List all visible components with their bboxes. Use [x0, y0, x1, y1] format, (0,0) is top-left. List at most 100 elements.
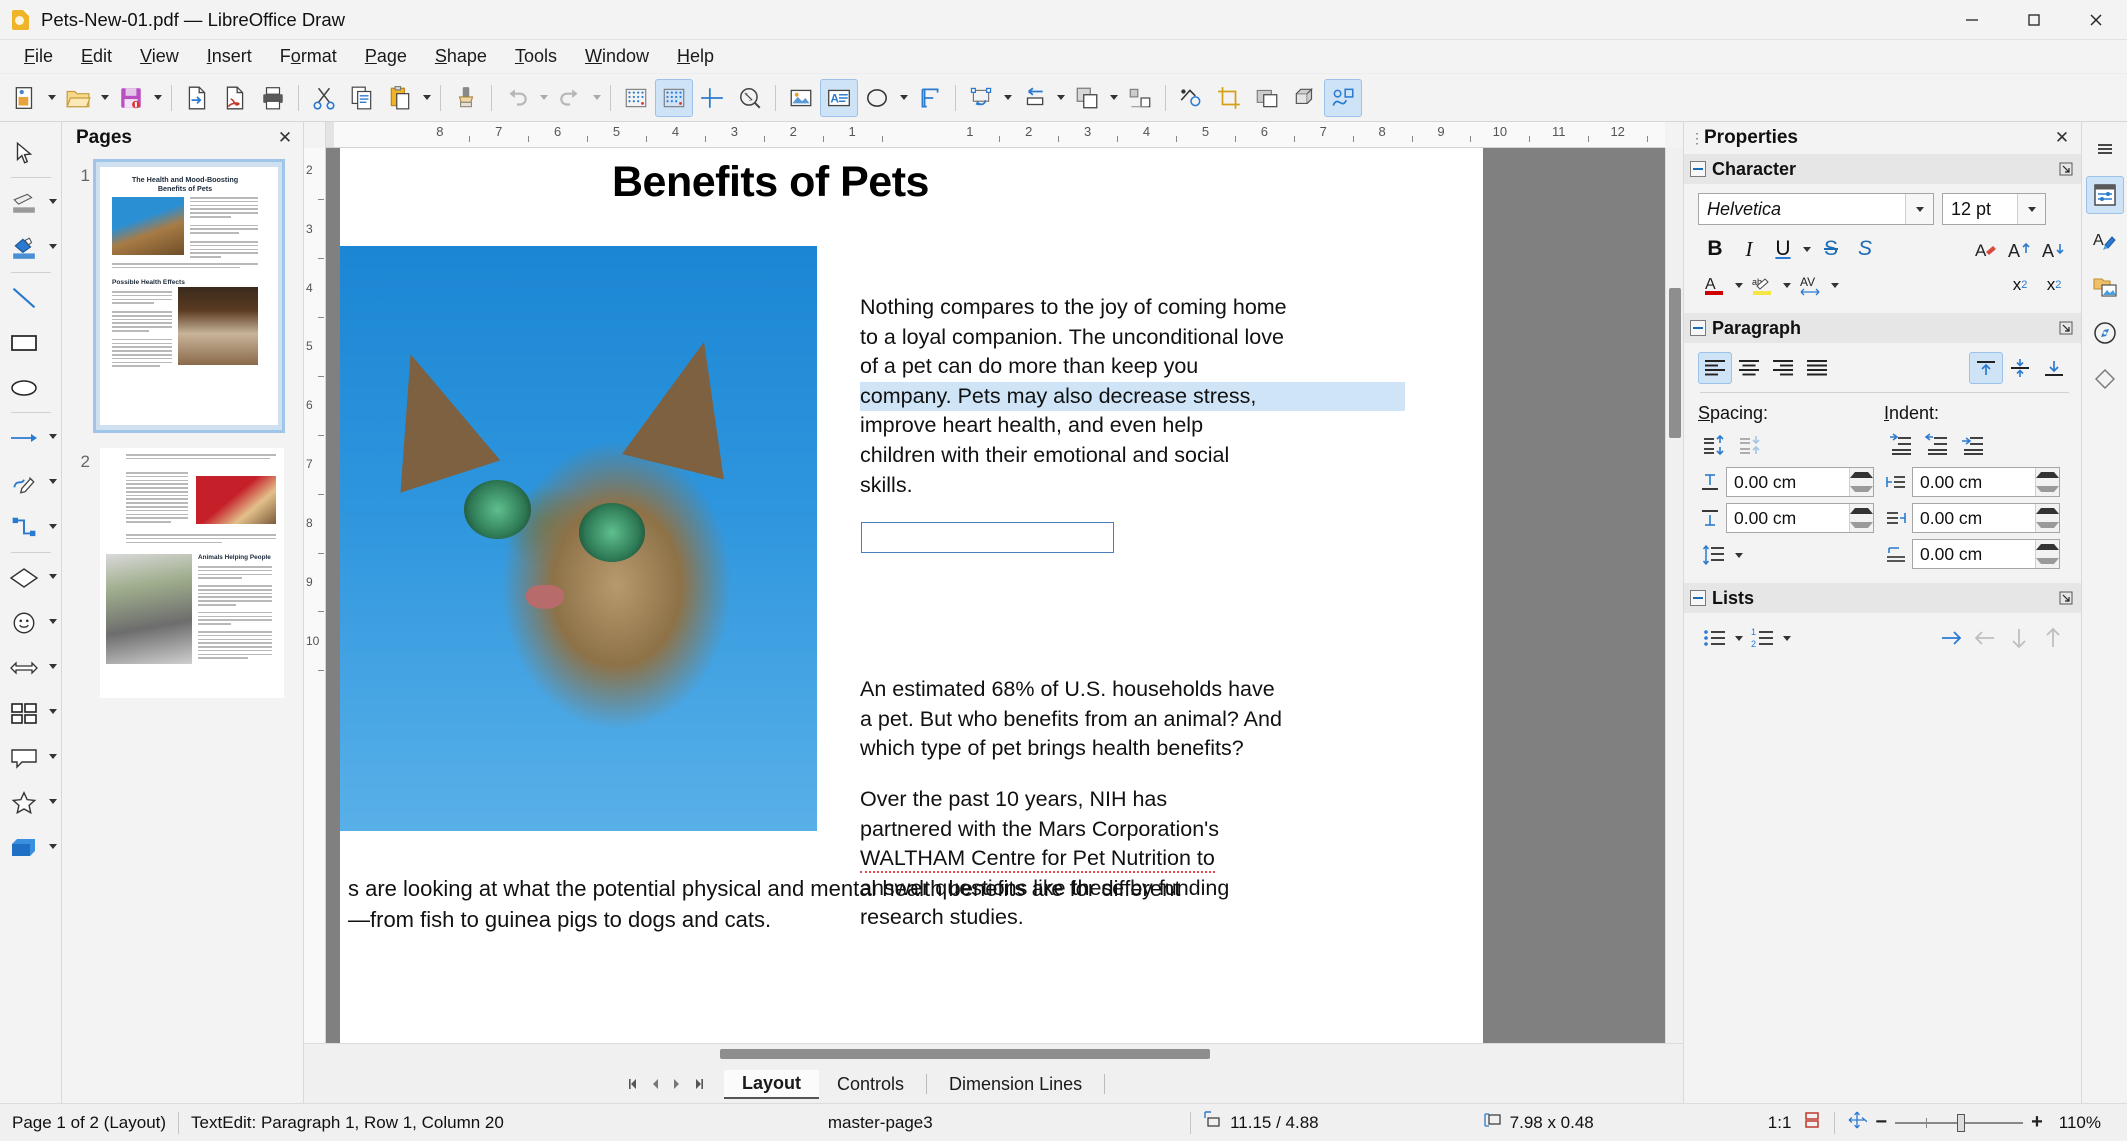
bold-button[interactable]: B	[1698, 233, 1732, 265]
paragraph-1[interactable]: Nothing compares to the joy of coming ho…	[860, 293, 1405, 500]
stepper-down[interactable]	[1850, 518, 1873, 532]
spacing-above-stepper[interactable]	[1849, 468, 1873, 496]
connectors-dropdown[interactable]	[48, 524, 57, 529]
callout-shapes-tool[interactable]	[1, 735, 61, 780]
paragraph-section-header[interactable]: Paragraph	[1684, 313, 2081, 343]
align-left-button[interactable]	[1698, 352, 1732, 384]
draw-functions-button[interactable]	[1324, 78, 1362, 117]
rectangle-tool[interactable]	[1, 320, 61, 365]
align-right-button[interactable]	[1766, 352, 1800, 384]
layer-tab-layout[interactable]: Layout	[724, 1069, 820, 1099]
indent-firstline-stepper[interactable]	[2035, 540, 2059, 568]
decrease-paragraph-spacing-button[interactable]	[1734, 429, 1768, 461]
basic-shapes-button[interactable]	[858, 79, 896, 117]
block-arrows-dropdown[interactable]	[48, 664, 57, 669]
font-color-dropdown[interactable]	[1732, 269, 1746, 301]
insert-fontwork-button[interactable]	[911, 79, 949, 117]
chevron-down-icon[interactable]	[1905, 194, 1933, 224]
paragraph-dialog-icon[interactable]	[2057, 319, 2075, 337]
maximize-button[interactable]	[2003, 0, 2065, 40]
helplines-while-moving-button[interactable]	[693, 79, 731, 117]
promote-button[interactable]	[1969, 622, 2003, 654]
increase-indent-button[interactable]	[1884, 429, 1918, 461]
horizontal-scrollbar[interactable]	[304, 1043, 1683, 1065]
stepper-up[interactable]	[2036, 540, 2059, 554]
menu-insert[interactable]: Insert	[193, 43, 266, 70]
shadow-button[interactable]	[1172, 79, 1210, 117]
curves-and-polygons-tool[interactable]	[1, 460, 61, 505]
unordered-list-button[interactable]	[1698, 622, 1732, 654]
highlight-color-dropdown[interactable]	[1780, 269, 1794, 301]
indent-after-input[interactable]: 0.00 cm	[1912, 503, 2060, 533]
menu-shape[interactable]: Shape	[421, 43, 501, 70]
save-document-dropdown[interactable]	[150, 79, 165, 117]
canvas[interactable]: Benefits of Pets Nothing compares to the…	[326, 148, 1665, 1043]
highlight-color-button[interactable]: abc	[1746, 269, 1780, 301]
collapse-icon[interactable]	[1690, 320, 1706, 336]
new-document-button[interactable]	[6, 79, 44, 117]
font-name-combobox[interactable]: Helvetica	[1698, 193, 1934, 225]
export-button[interactable]	[178, 79, 216, 117]
lines-and-arrows-tool[interactable]	[1, 415, 61, 460]
indent-after-stepper[interactable]	[2035, 504, 2059, 532]
flowchart-tool[interactable]	[1, 690, 61, 735]
italic-button[interactable]: I	[1732, 233, 1766, 265]
fit-slide-icon[interactable]	[1802, 1110, 1822, 1135]
paragraph-2[interactable]: An estimated 68% of U.S. households have…	[860, 675, 1405, 764]
align-vertical-center-button[interactable]	[2003, 352, 2037, 384]
toggle-extrusion-button[interactable]	[1286, 79, 1324, 117]
properties-deck-icon[interactable]	[2085, 176, 2124, 214]
menu-format[interactable]: Format	[266, 43, 351, 70]
stepper-down[interactable]	[2036, 554, 2059, 568]
chevron-down-icon[interactable]	[2017, 194, 2045, 224]
save-document-button[interactable]	[112, 79, 150, 117]
redo-dropdown[interactable]	[589, 79, 604, 117]
sidebar-settings-icon[interactable]	[2086, 130, 2124, 168]
filter-button[interactable]	[1248, 79, 1286, 117]
underline-dropdown[interactable]	[1800, 233, 1814, 265]
stepper-down[interactable]	[2036, 518, 2059, 532]
shapes-deck-icon[interactable]	[2086, 360, 2124, 398]
align-justified-button[interactable]	[1800, 352, 1834, 384]
shadow-button[interactable]: S	[1848, 233, 1882, 265]
block-arrows-tool[interactable]	[1, 645, 61, 690]
curves-and-polygons-dropdown[interactable]	[48, 479, 57, 484]
lists-dialog-icon[interactable]	[2057, 589, 2075, 607]
align-top-button[interactable]	[1969, 352, 2003, 384]
indent-before-input[interactable]: 0.00 cm	[1912, 467, 2060, 497]
vertical-scrollbar-thumb[interactable]	[1669, 288, 1681, 438]
transformations-button[interactable]	[962, 79, 1000, 117]
line-spacing-dropdown[interactable]	[1732, 539, 1746, 571]
display-mode-icon[interactable]	[1847, 1110, 1869, 1135]
print-button[interactable]	[254, 79, 292, 117]
paste-button[interactable]	[381, 79, 419, 117]
horizontal-scrollbar-track[interactable]	[684, 1048, 1653, 1061]
character-section-header[interactable]: Character	[1684, 154, 2081, 184]
character-spacing-dropdown[interactable]	[1828, 269, 1842, 301]
clear-formatting-button[interactable]: A	[1969, 233, 2003, 265]
body-text-block[interactable]: s are looking at what the potential phys…	[348, 873, 1388, 935]
pages-list[interactable]: 1 The Health and Mood-Boosting Benefits o…	[62, 154, 303, 1103]
horizontal-scrollbar-thumb[interactable]	[720, 1048, 1210, 1059]
subscript-button[interactable]: x2	[2037, 269, 2071, 301]
menu-file[interactable]: FFileile	[10, 43, 67, 70]
zoom-control[interactable]: − + 110%	[1835, 1104, 2113, 1141]
insert-line-tool[interactable]	[1, 275, 61, 320]
3d-objects-dropdown[interactable]	[48, 844, 57, 849]
increase-font-size-button[interactable]: A	[2003, 233, 2037, 265]
increase-paragraph-spacing-button[interactable]	[1698, 429, 1732, 461]
zoom-in-button[interactable]: +	[2031, 1111, 2043, 1134]
strikethrough-button[interactable]: S	[1814, 233, 1848, 265]
last-page-button[interactable]	[688, 1071, 710, 1097]
align-bottom-button[interactable]	[2037, 352, 2071, 384]
stepper-up[interactable]	[2036, 468, 2059, 482]
document-title[interactable]: Benefits of Pets	[612, 158, 929, 207]
paste-dropdown[interactable]	[419, 79, 434, 117]
spacing-above-input[interactable]: 0.00 cm	[1726, 467, 1874, 497]
menu-edit[interactable]: Edit	[67, 43, 126, 70]
3d-objects-tool[interactable]	[1, 825, 61, 870]
navigator-deck-icon[interactable]	[2086, 314, 2124, 352]
stepper-down[interactable]	[1850, 482, 1873, 496]
undo-dropdown[interactable]	[536, 79, 551, 117]
master-page-cell[interactable]: master-page3	[816, 1104, 945, 1141]
